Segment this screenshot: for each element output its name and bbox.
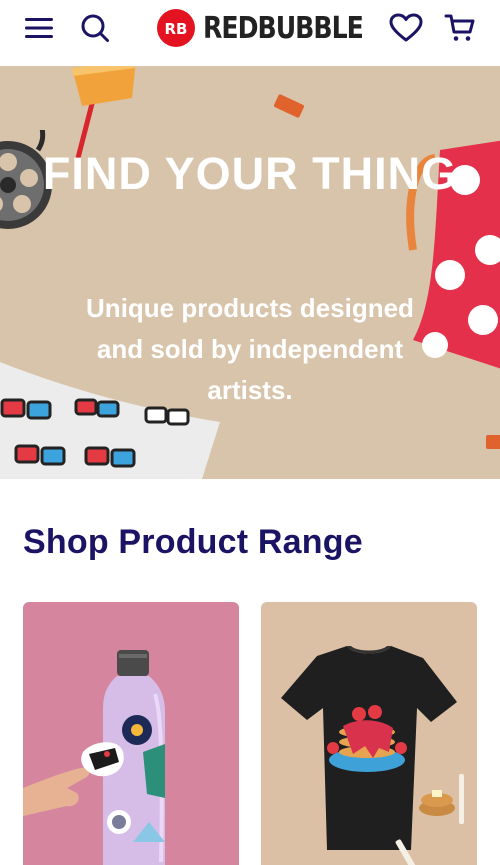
search-button[interactable] <box>75 8 115 48</box>
brand-name: REDBUBBLE <box>203 10 364 46</box>
cart-button[interactable] <box>440 8 480 48</box>
section-title: Shop Product Range <box>23 523 363 561</box>
redbubble-logo-icon: RB <box>157 9 195 47</box>
hamburger-menu-icon <box>25 18 53 38</box>
wishlist-button[interactable] <box>386 8 426 48</box>
cart-icon <box>444 14 475 41</box>
heart-icon <box>389 13 423 42</box>
pancake-t-shirt-image <box>281 646 464 865</box>
svg-text:RB: RB <box>165 20 188 38</box>
hero-banner: FIND YOUR THING Unique products designed… <box>0 66 500 479</box>
ticket-image <box>486 435 500 449</box>
hero-subtitle: Unique products designed and sold by ind… <box>86 293 414 405</box>
menu-button[interactable] <box>19 8 59 48</box>
cup-straw-image <box>72 66 136 159</box>
ticket-image <box>274 94 304 118</box>
site-header: RB REDBUBBLE <box>0 0 500 66</box>
search-icon <box>81 14 109 42</box>
product-card-t-shirt[interactable] <box>261 602 477 865</box>
product-card-water-bottle[interactable] <box>23 602 239 865</box>
hero-title: FIND YOUR THING <box>42 148 458 199</box>
brand-logo[interactable]: RB REDBUBBLE <box>157 8 393 48</box>
water-bottle-image <box>23 650 165 865</box>
